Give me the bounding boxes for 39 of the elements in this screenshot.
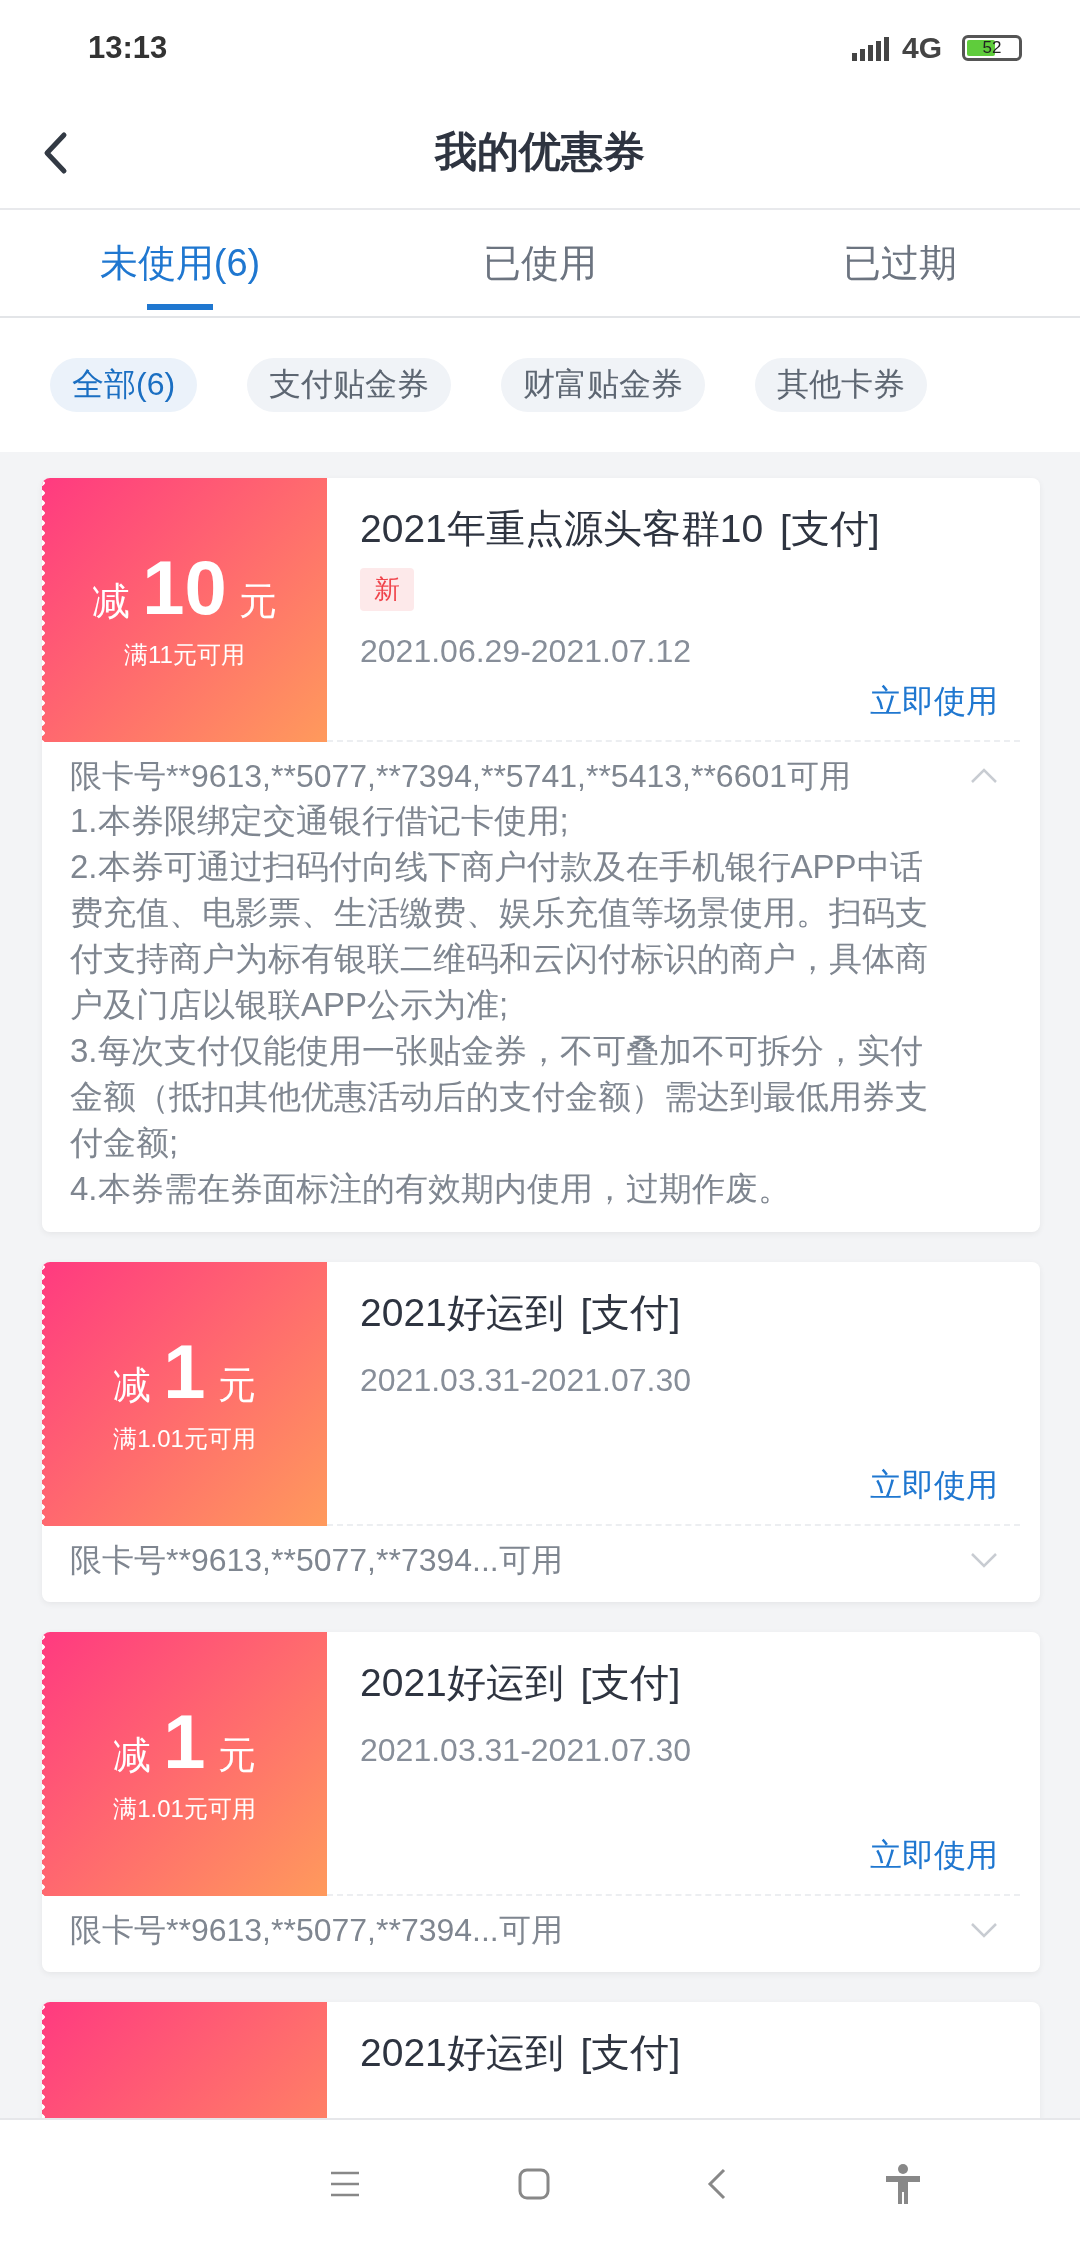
use-now-link[interactable]: 立即使用 [870,680,998,724]
discount-label: 减 [113,1362,152,1408]
filter-chip[interactable]: 全部(6) [50,358,198,412]
discount-amount: 1 [163,1703,206,1780]
page-title: 我的优惠券 [435,126,645,177]
tab[interactable]: 已使用 [483,210,597,316]
use-now-link[interactable]: 立即使用 [870,1464,998,1508]
use-now-link[interactable]: 立即使用 [870,1834,998,1878]
filter-chip[interactable]: 财富贴金券 [501,358,706,412]
currency-unit: 元 [238,578,277,624]
status-time: 13:13 [88,29,168,66]
coupon-title: 2021好运到 [支付] [360,1290,681,1336]
usage-condition: 满1.01元可用 [113,1423,256,1454]
filter-chip[interactable]: 支付贴金券 [247,358,452,412]
new-badge: 新 [360,568,414,611]
card-limit-text: 限卡号**9613,**5077,**7394...可用 [70,1911,563,1950]
validity-date: 2021.06.29-2021.07.12 [360,633,691,670]
validity-date: 2021.03.31-2021.07.30 [360,1362,691,1399]
coupon-title: 2021年重点源头客群10 [支付] [360,506,880,552]
rule-text: 4.本券需在券面标注的有效期内使用，过期作废。 [70,1169,792,1209]
rule-text: 1.本券限绑定交通银行借记卡使用; [70,801,570,841]
coupon-title: 2021好运到 [支付] [360,1660,681,1706]
tab[interactable]: 已过期 [843,210,957,316]
currency-unit: 元 [217,1732,256,1778]
usage-condition: 满11元可用 [124,639,245,670]
discount-label: 减 [113,1732,152,1778]
card-limit-text: 限卡号**9613,**5077,**7394...可用 [70,1541,563,1580]
discount-amount: 1 [163,1333,206,1410]
network-label: 4G [901,30,942,65]
rule-text: 2.本券可通过扫码付向线下商户付款及在手机银行APP中话费充值、电影票、生活缴费、娱乐充值等场景使用。扫码支付支持商户为标有银联二维码和云闪付标识的商户，具体商户及门店以银联APP公示为准; [70,847,929,1025]
currency-unit: 元 [217,1362,256,1408]
rule-text: 3.每次支付仅能使用一张贴金券，不可叠加不可拆分，实付金额（抵扣其他优惠活动后的支付金额）需达到最低用券支付金额; [70,1031,929,1163]
coupon-title: 2021好运到 [支付] [360,2030,681,2076]
discount-amount: 10 [142,549,227,626]
usage-condition: 满1.01元可用 [113,1793,256,1824]
filter-chip[interactable]: 其他卡券 [755,358,928,412]
card-limit-text: 限卡号**9613,**5077,**7394,**5741,**5413,**6601可用 [70,757,851,796]
discount-label: 减 [92,578,131,624]
validity-date: 2021.03.31-2021.07.30 [360,1732,691,1769]
